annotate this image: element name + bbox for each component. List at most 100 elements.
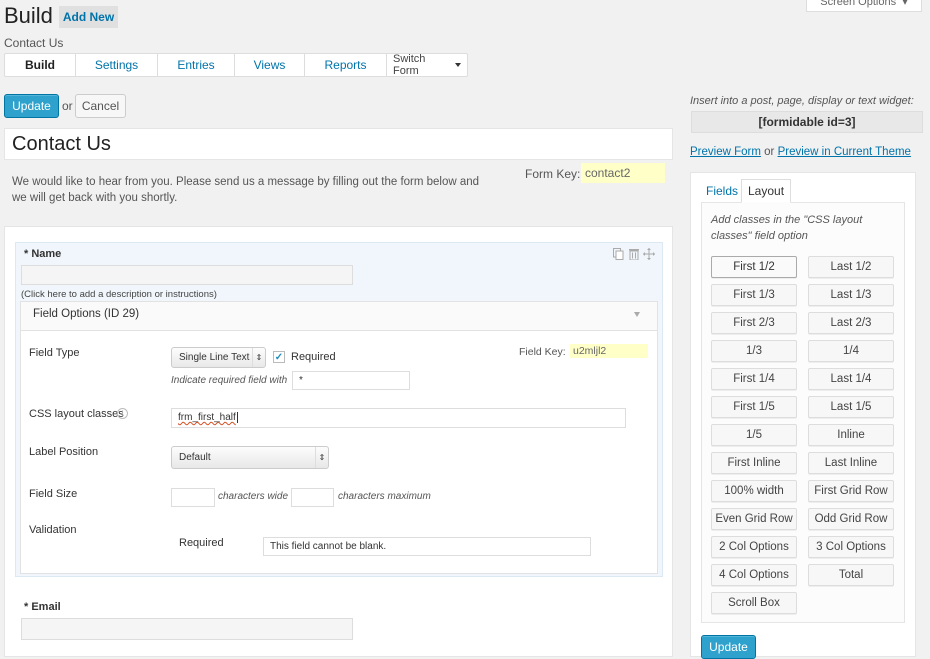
css-layout-value: frm_first_half bbox=[178, 412, 236, 424]
layout-class-button[interactable]: Odd Grid Row bbox=[808, 508, 894, 530]
email-label-text: Email bbox=[31, 601, 61, 613]
duplicate-icon[interactable] bbox=[612, 247, 625, 261]
layout-class-button[interactable]: 2 Col Options bbox=[711, 536, 797, 558]
layout-class-button[interactable]: First 1/4 bbox=[711, 368, 797, 390]
page-title: Build bbox=[4, 3, 53, 28]
text-cursor bbox=[236, 412, 238, 423]
move-icon[interactable] bbox=[642, 247, 655, 261]
layout-class-button[interactable]: 1/5 bbox=[711, 424, 797, 446]
css-layout-label: CSS layout classes bbox=[29, 408, 124, 420]
email-field-label[interactable]: * Email bbox=[24, 601, 61, 613]
tab-reports[interactable]: Reports bbox=[305, 54, 387, 76]
tab-layout[interactable]: Layout bbox=[741, 179, 792, 203]
trash-icon[interactable] bbox=[627, 247, 640, 261]
field-size-label: Field Size bbox=[29, 488, 78, 500]
form-nav-tabs: Build Settings Entries Views Reports Swi… bbox=[4, 53, 468, 77]
add-new-button[interactable]: Add New bbox=[59, 6, 118, 28]
layout-class-button[interactable]: Last 1/3 bbox=[808, 284, 894, 306]
layout-class-button[interactable]: 4 Col Options bbox=[711, 564, 797, 586]
layout-class-button[interactable]: First 1/3 bbox=[711, 284, 797, 306]
layout-class-button[interactable]: Last 2/3 bbox=[808, 312, 894, 334]
layout-class-button[interactable]: 1/3 bbox=[711, 340, 797, 362]
label-position-value: Default bbox=[179, 452, 211, 463]
required-indicator-input[interactable]: * bbox=[292, 371, 410, 390]
select-arrows-icon: ⇕ bbox=[315, 447, 328, 468]
email-input[interactable] bbox=[21, 618, 353, 640]
insert-hint: Insert into a post, page, display or tex… bbox=[690, 95, 914, 107]
field-key-value[interactable]: u2mljl2 bbox=[570, 344, 648, 358]
layout-class-button[interactable]: Last 1/4 bbox=[808, 368, 894, 390]
form-title[interactable]: Contact Us bbox=[12, 133, 111, 156]
tab-entries[interactable]: Entries bbox=[158, 54, 235, 76]
field-type-value: Single Line Text bbox=[179, 352, 250, 363]
field-key-label: Field Key: bbox=[519, 346, 566, 358]
update-button[interactable]: Update bbox=[4, 94, 59, 118]
field-type-select[interactable]: Single Line Text ⇕ bbox=[171, 347, 266, 368]
css-layout-input[interactable]: frm_first_half bbox=[171, 408, 626, 428]
layout-class-button[interactable]: First 1/2 bbox=[711, 256, 797, 278]
form-key-label: Form Key: bbox=[525, 167, 581, 181]
tab-fields[interactable]: Fields bbox=[700, 179, 744, 203]
or-text: or bbox=[764, 146, 775, 158]
tab-views[interactable]: Views bbox=[235, 54, 305, 76]
layout-class-button[interactable]: Total bbox=[808, 564, 894, 586]
required-marker: * bbox=[24, 601, 29, 613]
layout-class-button[interactable]: 3 Col Options bbox=[808, 536, 894, 558]
form-description[interactable]: We would like to hear from you. Please s… bbox=[12, 174, 482, 206]
layout-class-button[interactable]: 100% width bbox=[711, 480, 797, 502]
label-position-label: Label Position bbox=[29, 446, 99, 458]
preview-form-link[interactable]: Preview Form bbox=[690, 146, 761, 158]
screen-options-button[interactable]: Screen Options ▾ bbox=[806, 0, 922, 12]
name-field-label[interactable]: * Name bbox=[24, 248, 61, 260]
layout-class-button[interactable]: Inline bbox=[808, 424, 894, 446]
layout-class-button[interactable]: Last 1/5 bbox=[808, 396, 894, 418]
indicate-required-label: Indicate required field with bbox=[171, 375, 288, 386]
checkmark-icon: ✓ bbox=[274, 351, 284, 363]
layout-hint: Add classes in the "CSS layout classes" … bbox=[711, 214, 863, 242]
required-label: Required bbox=[291, 351, 336, 363]
info-icon[interactable]: i bbox=[117, 408, 128, 419]
tab-build[interactable]: Build bbox=[5, 54, 76, 76]
shortcode-box[interactable]: [formidable id=3] bbox=[691, 111, 923, 133]
required-checkbox[interactable]: ✓ bbox=[273, 351, 285, 363]
screen-options-label: Screen Options bbox=[820, 0, 897, 8]
sidebar-update-button[interactable]: Update bbox=[701, 635, 756, 659]
layout-class-button[interactable]: First Inline bbox=[711, 452, 797, 474]
label-position-select[interactable]: Default ⇕ bbox=[171, 446, 329, 469]
layout-class-button[interactable]: Last 1/2 bbox=[808, 256, 894, 278]
field-actions bbox=[612, 247, 655, 261]
preview-links: Preview Form or Preview in Current Theme bbox=[690, 146, 911, 158]
validation-required-label: Required bbox=[179, 537, 224, 549]
field-options-title[interactable]: Field Options (ID 29) bbox=[33, 308, 139, 320]
required-message-input[interactable]: This field cannot be blank. bbox=[263, 537, 591, 556]
name-input[interactable] bbox=[21, 265, 353, 285]
cancel-button[interactable]: Cancel bbox=[75, 94, 126, 118]
layout-class-button[interactable]: 1/4 bbox=[808, 340, 894, 362]
layout-class-button[interactable]: First 2/3 bbox=[711, 312, 797, 334]
description-hint[interactable]: (Click here to add a description or inst… bbox=[21, 289, 217, 300]
characters-wide-input[interactable] bbox=[171, 488, 215, 507]
layout-class-button[interactable]: Scroll Box bbox=[711, 592, 797, 614]
layout-class-button[interactable]: Even Grid Row bbox=[711, 508, 797, 530]
preview-theme-link[interactable]: Preview in Current Theme bbox=[778, 146, 911, 158]
chevron-down-icon: ▾ bbox=[899, 0, 908, 8]
characters-max-hint: characters maximum bbox=[338, 491, 431, 502]
name-label-text: Name bbox=[31, 248, 62, 260]
layout-class-button[interactable]: Last Inline bbox=[808, 452, 894, 474]
collapse-toggle-icon[interactable] bbox=[634, 312, 640, 317]
tab-settings[interactable]: Settings bbox=[76, 54, 158, 76]
select-arrows-icon: ⇕ bbox=[252, 348, 265, 367]
required-marker: * bbox=[24, 248, 29, 260]
switch-form-dropdown[interactable]: Switch Form bbox=[387, 53, 467, 77]
validation-label: Validation bbox=[29, 524, 77, 536]
field-options-panel bbox=[20, 301, 658, 574]
layout-class-button[interactable]: First Grid Row bbox=[808, 480, 894, 502]
characters-max-input[interactable] bbox=[291, 488, 334, 507]
or-text: or bbox=[62, 99, 73, 113]
caret-down-icon bbox=[455, 63, 461, 67]
field-type-label: Field Type bbox=[29, 347, 80, 359]
switch-form-label: Switch Form bbox=[393, 53, 426, 77]
layout-class-button[interactable]: First 1/5 bbox=[711, 396, 797, 418]
layout-buttons-grid: First 1/2 Last 1/2 First 1/3 Last 1/3 First … bbox=[711, 256, 894, 614]
form-key-value[interactable]: contact2 bbox=[581, 163, 665, 183]
